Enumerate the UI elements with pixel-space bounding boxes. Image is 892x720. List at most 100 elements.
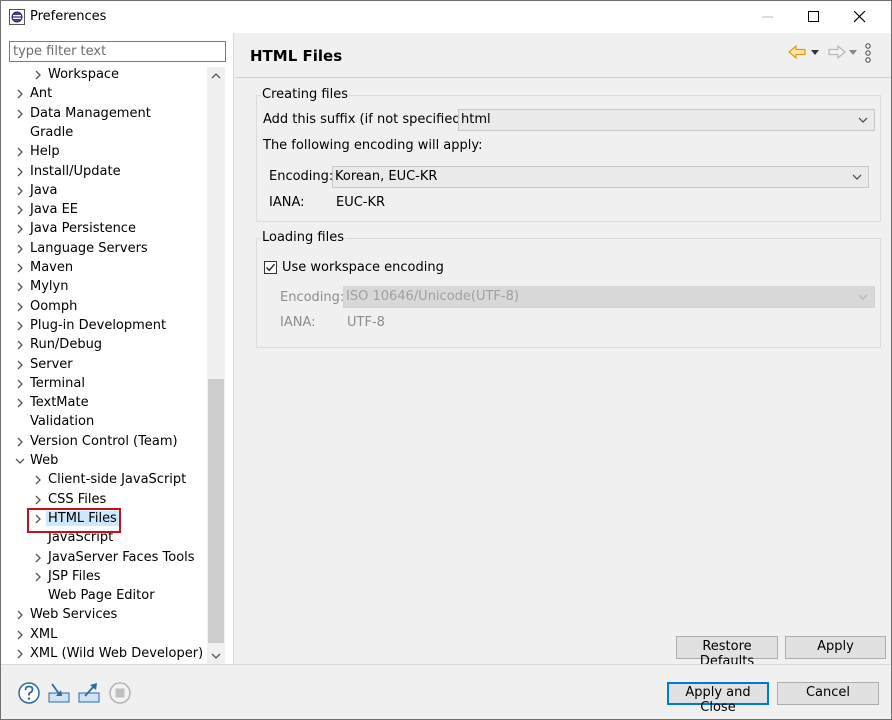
scrollbar-thumb[interactable] bbox=[208, 379, 224, 643]
chevron-right-icon[interactable] bbox=[15, 321, 25, 331]
tree-item-label: Help bbox=[30, 144, 60, 160]
chevron-right-icon[interactable] bbox=[33, 553, 43, 563]
chevron-right-icon[interactable] bbox=[15, 205, 25, 215]
chevron-right-icon[interactable] bbox=[15, 437, 25, 447]
tree-item[interactable]: Ant bbox=[9, 85, 207, 104]
chevron-right-icon[interactable] bbox=[33, 475, 43, 485]
use-workspace-checkbox[interactable] bbox=[264, 261, 277, 274]
restore-defaults-button[interactable]: Restore Defaults bbox=[676, 636, 778, 669]
loading-encoding-label: Encoding: bbox=[280, 290, 345, 305]
tree-item[interactable]: Version Control (Team) bbox=[9, 433, 207, 452]
chevron-right-icon[interactable] bbox=[15, 630, 25, 640]
use-workspace-label[interactable]: Use workspace encoding bbox=[282, 260, 444, 275]
chevron-right-icon[interactable] bbox=[15, 244, 25, 254]
tree-item[interactable]: Web Services bbox=[9, 606, 207, 625]
tree-item[interactable]: JSP Files bbox=[9, 568, 207, 587]
tree-item[interactable]: JavaServer Faces Tools bbox=[9, 549, 207, 568]
chevron-right-icon[interactable] bbox=[15, 398, 25, 408]
chevron-right-icon[interactable] bbox=[33, 495, 43, 505]
tree-item[interactable]: Client-side JavaScript bbox=[9, 471, 207, 490]
tree-item-label: Java EE bbox=[30, 202, 79, 218]
chevron-right-icon[interactable] bbox=[15, 610, 25, 620]
chevron-right-icon[interactable] bbox=[15, 89, 25, 99]
chevron-right-icon[interactable] bbox=[15, 186, 25, 196]
chevron-right-icon[interactable] bbox=[15, 379, 25, 389]
apply-and-close-button[interactable]: Apply and Close bbox=[667, 682, 769, 715]
forward-dropdown-icon[interactable] bbox=[849, 48, 857, 56]
chevron-right-icon[interactable] bbox=[15, 167, 25, 177]
title-bar: Preferences bbox=[1, 1, 891, 33]
scroll-down-icon[interactable] bbox=[211, 651, 221, 661]
tree-item[interactable]: CSS Files bbox=[9, 491, 207, 510]
tree-item[interactable]: Java Persistence bbox=[9, 220, 207, 239]
chevron-right-icon[interactable] bbox=[15, 147, 25, 157]
tree-item-label: Oomph bbox=[30, 298, 78, 314]
maximize-button[interactable] bbox=[791, 1, 837, 33]
chevron-down-icon bbox=[858, 294, 868, 300]
tree-item-label: Install/Update bbox=[30, 163, 121, 179]
forward-arrow-icon[interactable] bbox=[826, 44, 846, 60]
apply-button[interactable]: Apply bbox=[785, 636, 886, 659]
tree-item-label: Plug-in Development bbox=[30, 317, 167, 333]
tree-item[interactable]: Terminal bbox=[9, 375, 207, 394]
close-button[interactable] bbox=[837, 1, 883, 33]
tree-item[interactable]: Java EE bbox=[9, 201, 207, 220]
tree-item[interactable]: Java bbox=[9, 182, 207, 201]
tree-item-label: CSS Files bbox=[48, 491, 107, 507]
tree-item[interactable]: Workspace bbox=[9, 67, 207, 85]
selection-highlight-box bbox=[27, 508, 121, 533]
loading-encoding-combo: ISO 10646/Unicode(UTF-8) bbox=[343, 286, 875, 308]
iana-label: IANA: bbox=[269, 195, 305, 210]
back-arrow-icon[interactable] bbox=[788, 44, 808, 60]
tree-item-label: Ant bbox=[30, 86, 53, 102]
chevron-right-icon[interactable] bbox=[15, 360, 25, 370]
encoding-combo[interactable]: Korean, EUC-KR bbox=[332, 166, 869, 188]
tree-item[interactable]: Run/Debug bbox=[9, 336, 207, 355]
chevron-right-icon[interactable] bbox=[15, 302, 25, 312]
suffix-combo[interactable]: html bbox=[458, 109, 875, 131]
chevron-right-icon[interactable] bbox=[15, 340, 25, 350]
tree-item[interactable]: Web Page Editor bbox=[9, 587, 207, 606]
chevron-right-icon[interactable] bbox=[33, 572, 43, 582]
chevron-right-icon[interactable] bbox=[15, 263, 25, 273]
tree-item[interactable]: Web bbox=[9, 452, 207, 471]
chevron-right-icon[interactable] bbox=[15, 649, 25, 659]
tree-item-label: XML bbox=[30, 626, 58, 642]
back-dropdown-icon[interactable] bbox=[811, 48, 819, 56]
tree-item[interactable]: Validation bbox=[9, 413, 207, 432]
chevron-right-icon[interactable] bbox=[15, 282, 25, 292]
stop-icon bbox=[109, 682, 131, 704]
minimize-button[interactable] bbox=[745, 1, 791, 33]
tree-item-label: Web bbox=[30, 453, 59, 468]
chevron-down-icon[interactable] bbox=[15, 456, 25, 466]
tree-item[interactable]: Language Servers bbox=[9, 240, 207, 259]
scroll-up-icon[interactable] bbox=[211, 71, 221, 81]
help-icon[interactable] bbox=[17, 681, 41, 705]
import-icon[interactable] bbox=[47, 681, 71, 705]
tree-item[interactable]: Mylyn bbox=[9, 278, 207, 297]
iana-value: EUC-KR bbox=[336, 195, 386, 210]
export-icon[interactable] bbox=[77, 681, 101, 705]
tree-item[interactable]: Gradle bbox=[9, 124, 207, 143]
tree-item-label: XML (Wild Web Developer) bbox=[30, 646, 204, 661]
tree-item[interactable]: Server bbox=[9, 356, 207, 375]
tree-item[interactable]: Data Management bbox=[9, 105, 207, 124]
tree-item[interactable]: Maven bbox=[9, 259, 207, 278]
bottom-separator bbox=[1, 664, 891, 665]
tree-item[interactable]: TextMate bbox=[9, 394, 207, 413]
chevron-right-icon[interactable] bbox=[33, 70, 43, 80]
tree-item[interactable]: XML bbox=[9, 626, 207, 645]
chevron-right-icon[interactable] bbox=[15, 224, 25, 234]
filter-input[interactable] bbox=[9, 41, 226, 62]
tree-item[interactable]: Oomph bbox=[9, 298, 207, 317]
tree-item[interactable]: Help bbox=[9, 143, 207, 162]
tree-item-label: Web Services bbox=[30, 607, 118, 623]
tree-item[interactable]: Install/Update bbox=[9, 163, 207, 182]
view-menu-icon[interactable] bbox=[863, 43, 873, 63]
cancel-button[interactable]: Cancel bbox=[777, 682, 879, 705]
tree-scrollbar[interactable] bbox=[207, 67, 225, 665]
tree-item[interactable]: Plug-in Development bbox=[9, 317, 207, 336]
maximize-icon bbox=[808, 11, 819, 22]
chevron-right-icon[interactable] bbox=[15, 109, 25, 119]
tree-item[interactable]: XML (Wild Web Developer) bbox=[9, 645, 207, 663]
